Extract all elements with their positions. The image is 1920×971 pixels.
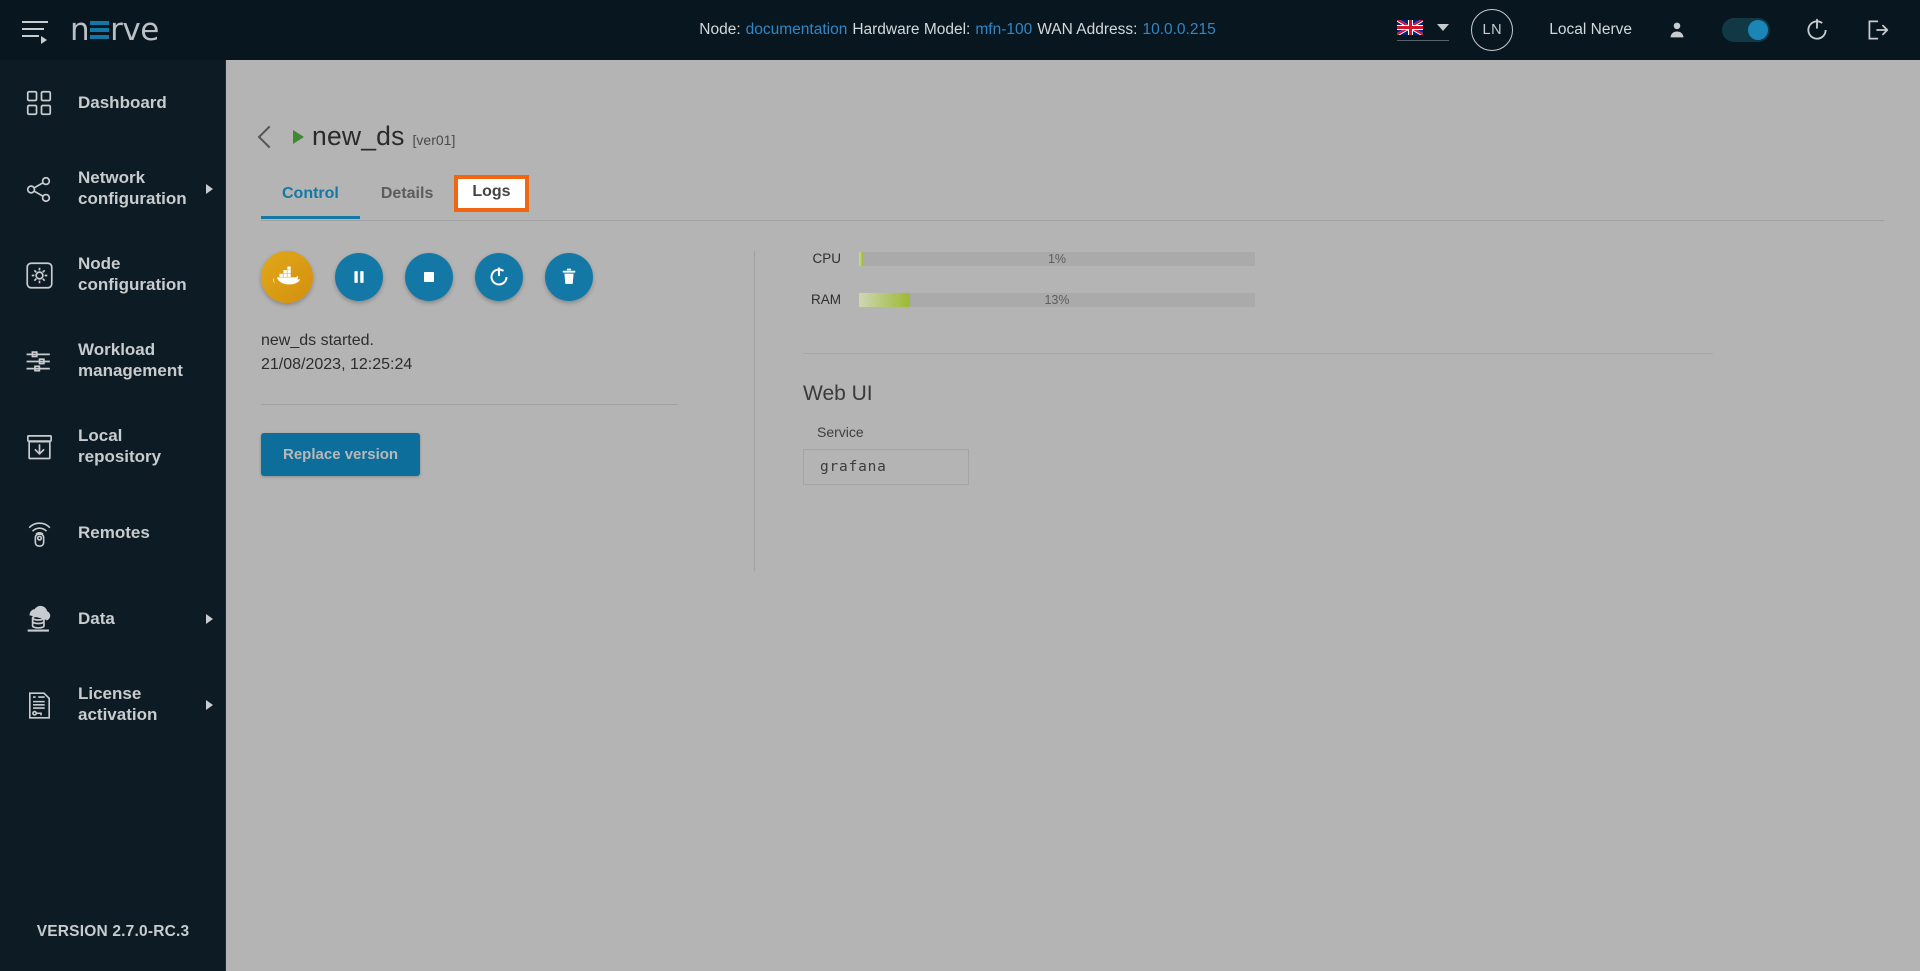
status-message: new_ds started. [261, 332, 374, 349]
repository-download-icon [16, 424, 62, 470]
sidebar-item-label: Workload management [78, 340, 183, 380]
metric-value: 13% [1044, 292, 1070, 307]
metric-cpu: CPU 1% [803, 251, 1920, 266]
metrics-panel: CPU 1% RAM 13% Web UI Service grafana [754, 251, 1920, 571]
version-label: VERSION 2.7.0-RC.3 [36, 923, 190, 940]
content-panels: new_ds started. 21/08/2023, 12:25:24 Rep… [227, 241, 1920, 571]
sidebar-item-label: Network configuration [78, 168, 187, 208]
sidebar-item-label: Remotes [78, 522, 150, 542]
username-label: Local Nerve [1549, 21, 1632, 38]
right-divider [803, 353, 1713, 354]
metric-label: CPU [812, 251, 841, 266]
service-field-label: Service [817, 424, 864, 440]
person-icon[interactable] [1666, 19, 1688, 41]
left-divider [261, 404, 678, 406]
sidebar-item-license-activation[interactable]: License activation [0, 662, 225, 748]
sidebar: Dashboard Network configuration Node con [0, 60, 226, 971]
theme-toggle[interactable] [1722, 18, 1770, 42]
service-field-value[interactable]: grafana [803, 449, 969, 485]
logo-equals-icon [90, 20, 110, 40]
sidebar-item-dashboard[interactable]: Dashboard [0, 60, 225, 146]
sliders-icon [16, 338, 62, 384]
pause-button[interactable] [335, 253, 383, 301]
page-header: new_ds [ver01] [227, 121, 1920, 152]
metric-track: 1% [859, 251, 1255, 266]
tab-bar: Control Details Logs [261, 175, 1884, 221]
control-panel: new_ds started. 21/08/2023, 12:25:24 Rep… [227, 241, 754, 571]
page-title: new_ds [312, 121, 405, 151]
chevron-right-icon[interactable] [206, 614, 213, 624]
node-label: Node: [699, 21, 741, 38]
top-bar: n rve Node: documentation Hardware Model… [0, 0, 1920, 60]
sidebar-item-local-repository[interactable]: Local repository [0, 404, 225, 490]
wan-value: 10.0.0.215 [1142, 21, 1216, 38]
sidebar-item-label: Node configuration [78, 254, 187, 294]
metric-ram: RAM 13% [803, 292, 1920, 307]
remote-control-icon [16, 510, 62, 556]
metric-label: RAM [811, 292, 841, 307]
sidebar-item-workload-management[interactable]: Workload management [0, 318, 225, 404]
play-triangle-icon [293, 129, 304, 144]
sidebar-item-node-configuration[interactable]: Node configuration [0, 232, 225, 318]
restart-button[interactable] [475, 253, 523, 301]
main-content: new_ds [ver01] Control Details Logs new_… [227, 60, 1920, 971]
hardware-value: mfn-100 [975, 21, 1033, 38]
refresh-icon[interactable] [1804, 17, 1830, 43]
sidebar-item-label: Data [78, 608, 115, 628]
logo-text-pre: n [70, 12, 90, 48]
hamburger-menu-icon[interactable] [22, 19, 48, 44]
sidebar-item-data[interactable]: Data [0, 576, 225, 662]
hardware-label: Hardware Model: [852, 21, 971, 38]
status-timestamp: 21/08/2023, 12:25:24 [261, 355, 413, 373]
network-share-icon [16, 166, 62, 212]
sidebar-item-remotes[interactable]: Remotes [0, 490, 225, 576]
delete-trash-icon[interactable] [545, 253, 593, 301]
chevron-left-icon[interactable] [257, 125, 281, 148]
status-block: new_ds started. 21/08/2023, 12:25:24 [261, 329, 754, 376]
chevron-right-icon[interactable] [206, 700, 213, 710]
node-value: documentation [745, 21, 848, 38]
chevron-right-icon[interactable] [206, 184, 213, 194]
top-bar-right-controls: LN Local Nerve [1397, 0, 1920, 60]
chevron-down-icon[interactable] [1437, 23, 1450, 31]
avatar-initials: LN [1482, 22, 1503, 38]
control-buttons-row [261, 251, 754, 303]
sidebar-item-label: Dashboard [78, 92, 167, 112]
stop-button[interactable] [405, 253, 453, 301]
node-gear-icon [16, 252, 62, 298]
docker-whale-icon[interactable] [261, 251, 313, 303]
page-version-tag: [ver01] [412, 132, 456, 148]
sidebar-item-label: License activation [78, 684, 158, 724]
logout-icon[interactable] [1864, 17, 1890, 43]
nerve-logo[interactable]: n rve [70, 12, 159, 48]
sidebar-item-network-configuration[interactable]: Network configuration [0, 146, 225, 232]
tab-logs[interactable]: Logs [454, 175, 529, 212]
metric-value: 1% [1047, 251, 1067, 266]
replace-version-button[interactable]: Replace version [261, 433, 421, 477]
dashboard-grid-icon [16, 80, 62, 126]
sidebar-item-label: Local repository [78, 426, 162, 466]
avatar[interactable]: LN [1471, 9, 1514, 51]
wan-label: WAN Address: [1037, 21, 1138, 38]
license-document-icon [16, 682, 62, 728]
webui-section-title: Web UI [803, 382, 873, 405]
uk-flag-icon [1397, 19, 1424, 35]
cloud-database-icon [16, 596, 62, 642]
metric-track: 13% [859, 292, 1255, 307]
tab-details[interactable]: Details [360, 179, 454, 218]
application-window: n rve Node: documentation Hardware Model… [0, 0, 1920, 971]
language-selector[interactable] [1397, 19, 1450, 41]
tab-control[interactable]: Control [261, 179, 360, 219]
logo-text-post: rve [110, 12, 159, 48]
